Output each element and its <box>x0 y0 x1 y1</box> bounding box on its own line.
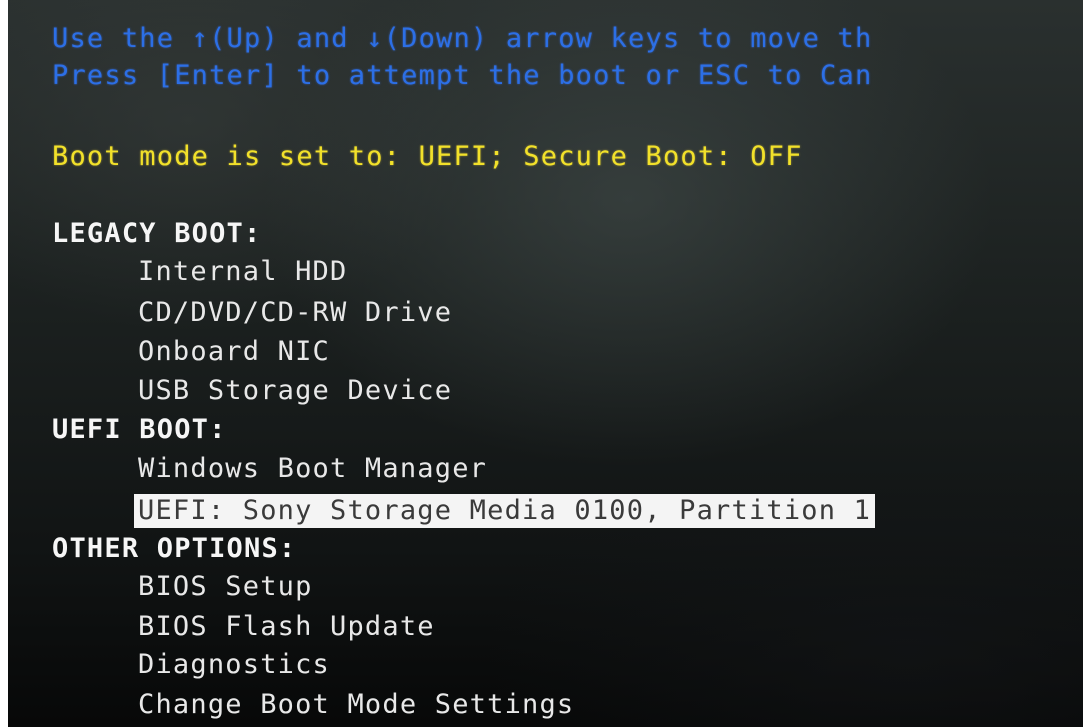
boot-mode-status: Boot mode is set to: UEFI; Secure Boot: … <box>52 141 803 172</box>
section-header-other-options: OTHER OPTIONS: <box>52 533 297 564</box>
instruction-line-navigate: Use the ↑(Up) and ↓(Down) arrow keys to … <box>52 23 873 54</box>
boot-option-uefi-sony-storage-selected[interactable]: UEFI: Sony Storage Media 0100, Partition… <box>134 494 876 528</box>
boot-menu-screen: Use the ↑(Up) and ↓(Down) arrow keys to … <box>8 0 1083 727</box>
option-diagnostics[interactable]: Diagnostics <box>138 648 330 682</box>
boot-option-onboard-nic[interactable]: Onboard NIC <box>138 335 330 369</box>
option-bios-flash-update[interactable]: BIOS Flash Update <box>138 610 435 644</box>
option-change-boot-mode-settings[interactable]: Change Boot Mode Settings <box>138 688 574 722</box>
section-header-legacy-boot: LEGACY BOOT: <box>52 218 262 249</box>
boot-option-internal-hdd[interactable]: Internal HDD <box>138 255 347 289</box>
instruction-line-enter-esc: Press [Enter] to attempt the boot or ESC… <box>52 60 873 91</box>
boot-option-usb-storage[interactable]: USB Storage Device <box>138 374 452 408</box>
section-header-uefi-boot: UEFI BOOT: <box>52 414 227 445</box>
option-bios-setup[interactable]: BIOS Setup <box>138 570 313 604</box>
boot-option-cd-dvd-drive[interactable]: CD/DVD/CD-RW Drive <box>138 296 452 330</box>
boot-option-windows-boot-manager[interactable]: Windows Boot Manager <box>138 452 487 486</box>
